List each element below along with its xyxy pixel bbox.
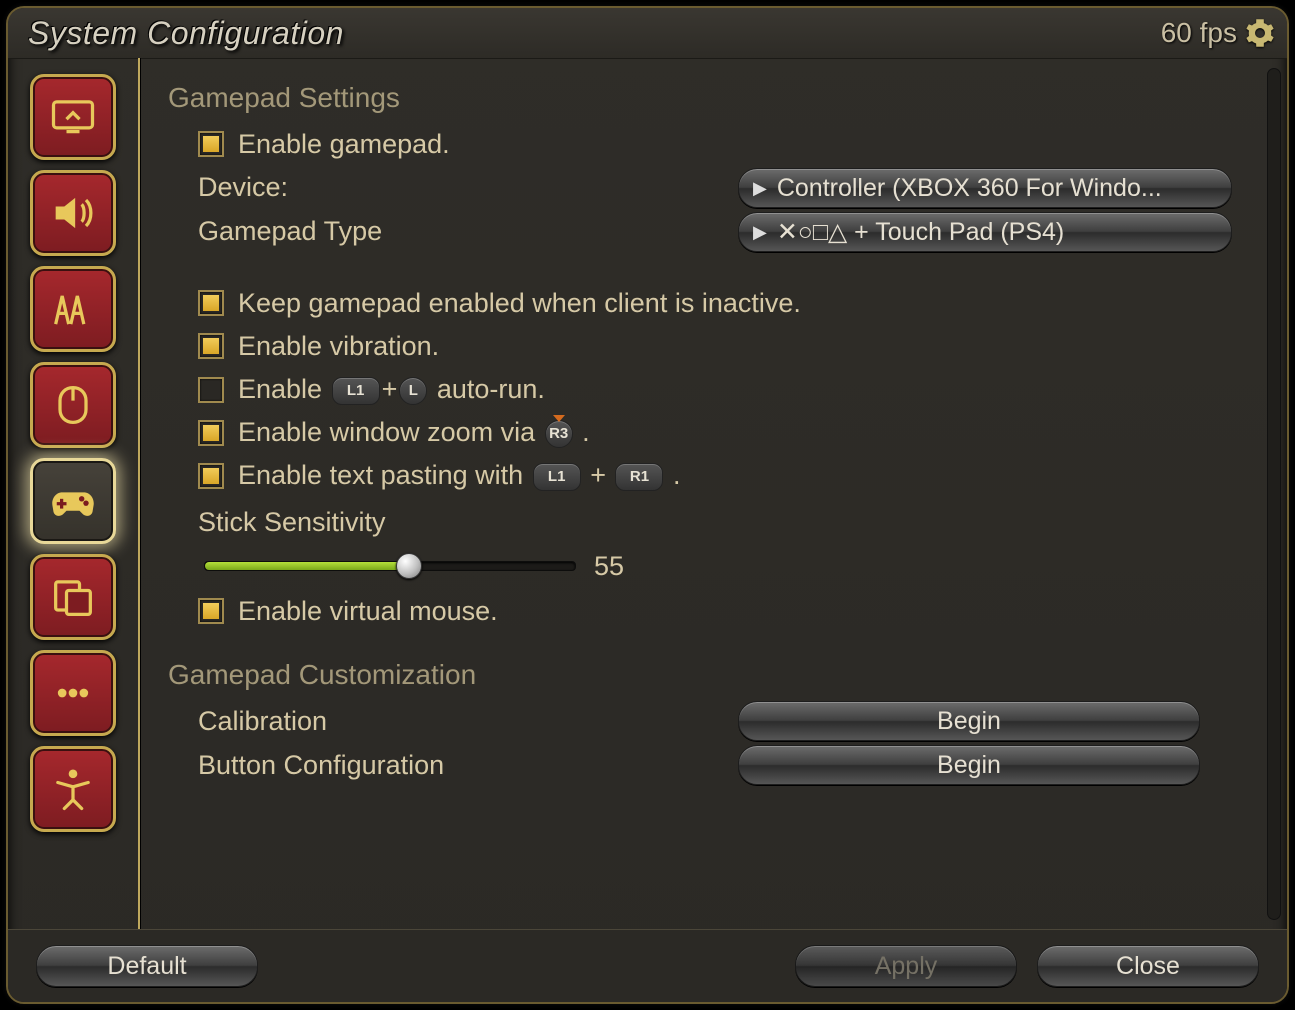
dropdown-gamepad-type[interactable]: ▶ ✕○□△ + Touch Pad (PS4) bbox=[738, 212, 1232, 252]
label-stick-sensitivity: Stick Sensitivity bbox=[198, 503, 1259, 542]
glyph-l1-icon: L1 bbox=[533, 463, 581, 491]
content-pane: Gamepad Settings Enable gamepad. Device:… bbox=[140, 58, 1287, 930]
label-calibration: Calibration bbox=[198, 702, 738, 741]
dropdown-gamepad-type-value: ✕○□△ + Touch Pad (PS4) bbox=[777, 214, 1064, 250]
button-close[interactable]: Close bbox=[1037, 945, 1259, 987]
sidebar-item-graphics[interactable] bbox=[30, 266, 116, 352]
label-virtual-mouse: Enable virtual mouse. bbox=[238, 592, 498, 631]
sidebar-item-gamepad[interactable] bbox=[30, 458, 116, 544]
glyph-l1-icon: L1 bbox=[332, 377, 380, 405]
button-calibration-begin[interactable]: Begin bbox=[738, 701, 1200, 741]
sidebar-item-display[interactable] bbox=[30, 74, 116, 160]
label-vibration: Enable vibration. bbox=[238, 327, 439, 366]
glyph-l-icon: L bbox=[399, 377, 427, 405]
dropdown-arrow-icon: ▶ bbox=[753, 175, 767, 201]
slider-thumb[interactable] bbox=[396, 553, 422, 579]
checkbox-text-paste[interactable] bbox=[198, 463, 224, 489]
label-window-zoom: Enable window zoom via R3 . bbox=[238, 413, 590, 452]
checkbox-window-zoom[interactable] bbox=[198, 420, 224, 446]
dropdown-device[interactable]: ▶ Controller (XBOX 360 For Windo... bbox=[738, 168, 1232, 208]
footer: Default Apply Close bbox=[8, 929, 1287, 1002]
checkbox-autorun[interactable] bbox=[198, 377, 224, 403]
sidebar-item-mouse[interactable] bbox=[30, 362, 116, 448]
settings-gear-icon[interactable] bbox=[1243, 16, 1277, 50]
scrollbar[interactable] bbox=[1267, 68, 1281, 920]
fps-counter: 60 fps bbox=[1161, 17, 1237, 49]
label-autorun: Enable L1+L auto-run. bbox=[238, 370, 545, 409]
sidebar-item-accessibility[interactable] bbox=[30, 746, 116, 832]
label-enable-gamepad: Enable gamepad. bbox=[238, 125, 450, 164]
sidebar-item-themes[interactable] bbox=[30, 554, 116, 640]
label-gamepad-type: Gamepad Type bbox=[198, 212, 738, 251]
glyph-r3-icon: R3 bbox=[545, 420, 573, 448]
dropdown-arrow-icon: ▶ bbox=[753, 219, 767, 245]
label-device: Device: bbox=[198, 168, 738, 207]
glyph-r1-icon: R1 bbox=[615, 463, 663, 491]
slider-stick-sensitivity[interactable] bbox=[204, 561, 576, 571]
sidebar-item-other[interactable] bbox=[30, 650, 116, 736]
button-config-begin[interactable]: Begin bbox=[738, 745, 1200, 785]
checkbox-virtual-mouse[interactable] bbox=[198, 598, 224, 624]
label-keep-enabled: Keep gamepad enabled when client is inac… bbox=[238, 284, 801, 323]
system-config-window: System Configuration 60 fps bbox=[6, 6, 1289, 1004]
window-title: System Configuration bbox=[28, 15, 1161, 52]
sidebar-item-sound[interactable] bbox=[30, 170, 116, 256]
section-heading-gamepad-settings: Gamepad Settings bbox=[168, 78, 1259, 119]
checkbox-keep-enabled[interactable] bbox=[198, 290, 224, 316]
section-heading-gamepad-customization: Gamepad Customization bbox=[168, 655, 1259, 696]
stick-sensitivity-value: 55 bbox=[594, 547, 624, 586]
sidebar bbox=[8, 58, 140, 930]
label-text-paste: Enable text pasting with L1 + R1 . bbox=[238, 456, 680, 495]
label-button-config: Button Configuration bbox=[198, 746, 738, 785]
checkbox-vibration[interactable] bbox=[198, 333, 224, 359]
titlebar: System Configuration 60 fps bbox=[8, 8, 1287, 59]
dropdown-device-value: Controller (XBOX 360 For Windo... bbox=[777, 170, 1162, 206]
button-default[interactable]: Default bbox=[36, 945, 258, 987]
checkbox-enable-gamepad[interactable] bbox=[198, 131, 224, 157]
button-apply[interactable]: Apply bbox=[795, 945, 1017, 987]
